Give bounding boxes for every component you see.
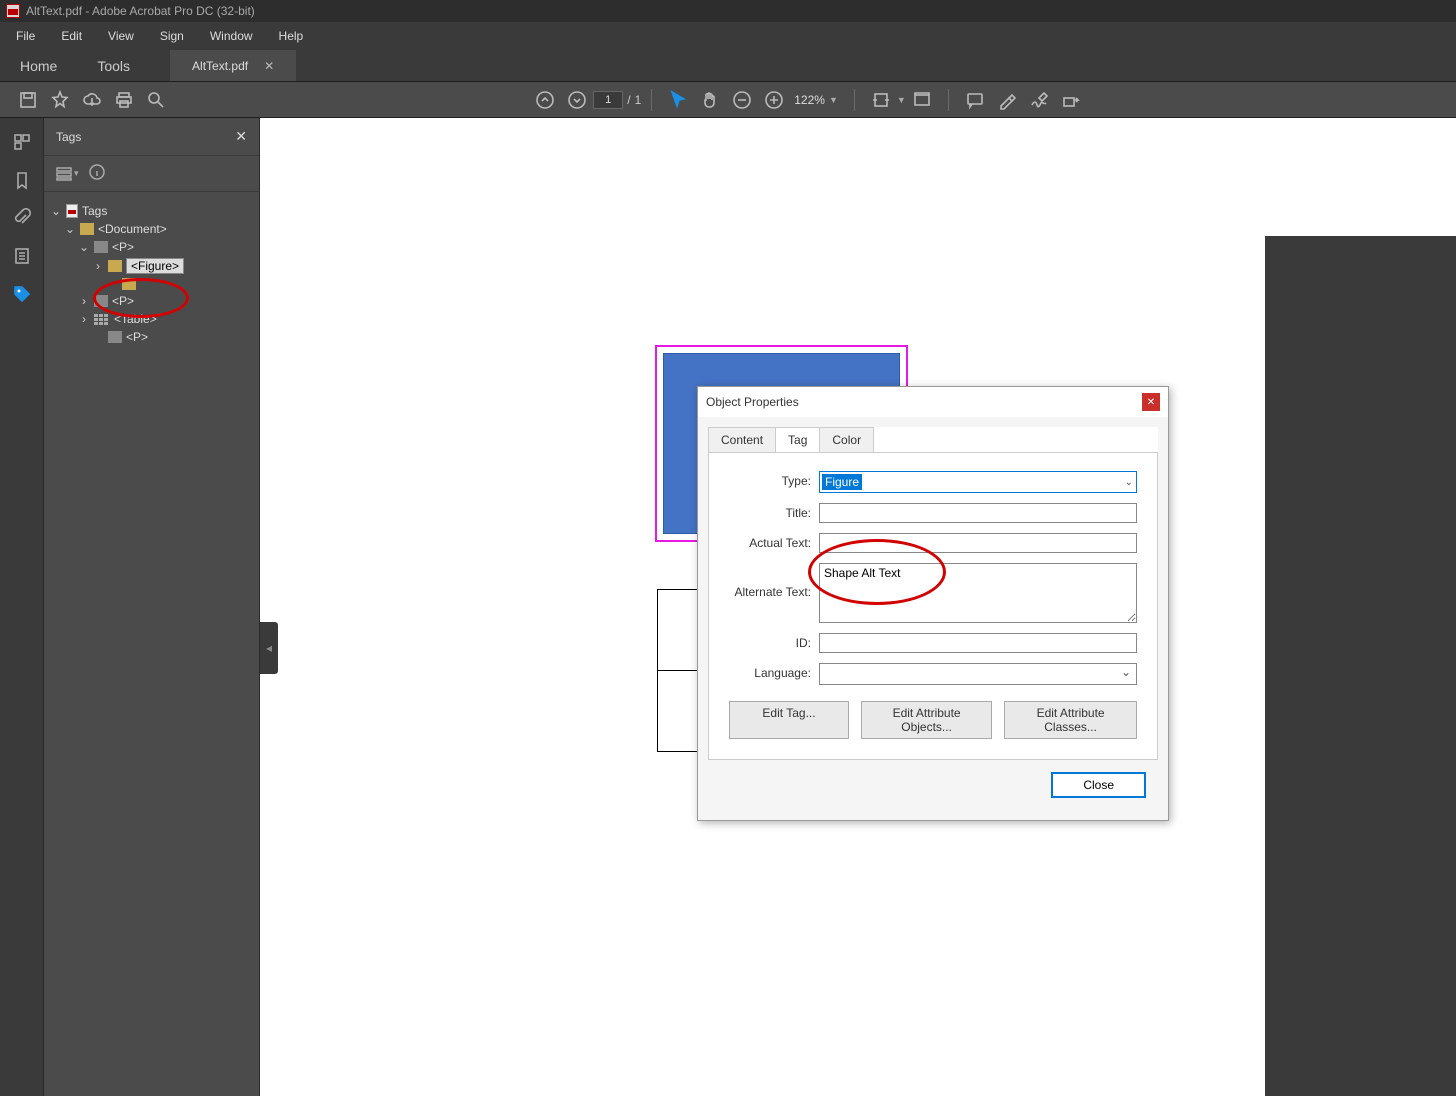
- content-panel-icon[interactable]: [12, 246, 32, 266]
- cloud-icon[interactable]: [82, 90, 102, 110]
- page-number-input[interactable]: [593, 91, 623, 109]
- star-icon[interactable]: [50, 90, 70, 110]
- tab-tag[interactable]: Tag: [775, 427, 820, 452]
- toolbar: / 1 122% ▼ ▼: [0, 82, 1456, 118]
- info-icon[interactable]: [89, 164, 105, 183]
- alternate-text-input[interactable]: [819, 563, 1137, 623]
- search-icon[interactable]: [146, 90, 166, 110]
- page-total: 1: [635, 93, 642, 107]
- tab-tools[interactable]: Tools: [77, 50, 150, 81]
- highlight-icon[interactable]: [997, 90, 1017, 110]
- menu-help[interactable]: Help: [269, 27, 314, 45]
- titlebar: AltText.pdf - Adobe Acrobat Pro DC (32-b…: [0, 0, 1456, 22]
- page-up-icon[interactable]: [535, 90, 555, 110]
- tree-document[interactable]: <Document>: [98, 222, 167, 236]
- zoom-level[interactable]: 122%: [794, 93, 825, 107]
- collapse-panel-handle[interactable]: ◂: [260, 622, 278, 674]
- print-icon[interactable]: [114, 90, 134, 110]
- zoom-in-icon[interactable]: [764, 90, 784, 110]
- label-title: Title:: [729, 503, 819, 520]
- label-actual-text: Actual Text:: [729, 533, 819, 550]
- save-icon[interactable]: [18, 90, 38, 110]
- read-mode-icon[interactable]: [912, 90, 932, 110]
- tag-icon: [94, 241, 108, 253]
- tag-icon: [94, 295, 108, 307]
- tab-strip: Home Tools AltText.pdf ✕: [0, 50, 1456, 82]
- label-language: Language:: [729, 663, 819, 680]
- menu-edit[interactable]: Edit: [51, 27, 92, 45]
- id-input[interactable]: [819, 633, 1137, 653]
- tab-home[interactable]: Home: [0, 50, 77, 81]
- menu-window[interactable]: Window: [200, 27, 263, 45]
- menu-sign[interactable]: Sign: [150, 27, 194, 45]
- tags-panel-title: Tags: [56, 130, 81, 144]
- language-combobox[interactable]: [819, 663, 1137, 685]
- app-icon: [6, 4, 20, 18]
- tag-icon: [122, 278, 136, 290]
- attachments-icon[interactable]: [12, 208, 32, 228]
- comment-icon[interactable]: [965, 90, 985, 110]
- close-panel-icon[interactable]: ✕: [235, 128, 247, 145]
- tags-tree[interactable]: ⌄Tags ⌄<Document> ⌄<P> ›<Figure> ›<P> ›<…: [44, 192, 259, 356]
- tab-content[interactable]: Content: [708, 427, 776, 452]
- sign-icon[interactable]: [1029, 90, 1049, 110]
- tags-panel: Tags ✕ ▾ ⌄Tags ⌄<Document> ⌄<P> ›<Figure…: [44, 118, 260, 1096]
- title-input[interactable]: [819, 503, 1137, 523]
- menu-view[interactable]: View: [98, 27, 144, 45]
- tag-icon: [108, 260, 122, 272]
- dialog-close-icon[interactable]: ✕: [1142, 393, 1160, 411]
- label-type: Type:: [729, 471, 819, 488]
- tree-figure-selected[interactable]: <Figure>: [126, 258, 184, 274]
- more-tools-icon[interactable]: [1061, 90, 1081, 110]
- tree-root[interactable]: Tags: [82, 204, 107, 218]
- tree-table[interactable]: <Table>: [114, 312, 157, 326]
- close-tab-icon[interactable]: ✕: [264, 59, 274, 73]
- dialog-title: Object Properties: [706, 395, 799, 409]
- tag-icon: [80, 223, 94, 235]
- tree-p1[interactable]: <P>: [112, 240, 134, 254]
- type-value: Figure: [822, 474, 862, 490]
- tab-color[interactable]: Color: [819, 427, 874, 452]
- chevron-down-icon[interactable]: ⌄: [1125, 477, 1133, 488]
- label-id: ID:: [729, 633, 819, 650]
- thumbnails-icon[interactable]: [12, 132, 32, 152]
- window-title: AltText.pdf - Adobe Acrobat Pro DC (32-b…: [26, 4, 255, 18]
- page-down-icon[interactable]: [567, 90, 587, 110]
- navigation-rail: [0, 118, 44, 1096]
- dialog-tabstrip: Content Tag Color: [708, 427, 1158, 452]
- actual-text-input[interactable]: [819, 533, 1137, 553]
- options-menu-icon[interactable]: ▾: [56, 167, 79, 181]
- close-button[interactable]: Close: [1051, 772, 1146, 798]
- tab-document-label: AltText.pdf: [192, 59, 248, 73]
- table-icon: [94, 314, 108, 325]
- zoom-out-icon[interactable]: [732, 90, 752, 110]
- fit-width-icon[interactable]: [871, 90, 891, 110]
- page-separator: /: [627, 93, 630, 107]
- fit-dropdown-icon[interactable]: ▼: [897, 95, 906, 105]
- tree-p3[interactable]: <P>: [126, 330, 148, 344]
- zoom-dropdown-icon[interactable]: ▼: [829, 95, 838, 105]
- menu-file[interactable]: File: [6, 27, 45, 45]
- tag-icon: [108, 331, 122, 343]
- menubar: File Edit View Sign Window Help: [0, 22, 1456, 50]
- tab-document[interactable]: AltText.pdf ✕: [170, 50, 296, 81]
- right-tools-pane: [1265, 236, 1456, 1096]
- label-alternate-text: Alternate Text:: [729, 563, 819, 599]
- type-combobox[interactable]: Figure ⌄: [819, 471, 1137, 493]
- edit-tag-button[interactable]: Edit Tag...: [729, 701, 849, 739]
- tree-p2[interactable]: <P>: [112, 294, 134, 308]
- pdf-root-icon: [66, 204, 78, 218]
- edit-attribute-classes-button[interactable]: Edit Attribute Classes...: [1004, 701, 1137, 739]
- tags-panel-icon[interactable]: [12, 284, 32, 304]
- hand-icon[interactable]: [700, 90, 720, 110]
- object-properties-dialog: Object Properties ✕ Content Tag Color Ty…: [697, 386, 1169, 821]
- selection-pointer-icon[interactable]: [668, 90, 688, 110]
- edit-attribute-objects-button[interactable]: Edit Attribute Objects...: [861, 701, 992, 739]
- bookmarks-icon[interactable]: [12, 170, 32, 190]
